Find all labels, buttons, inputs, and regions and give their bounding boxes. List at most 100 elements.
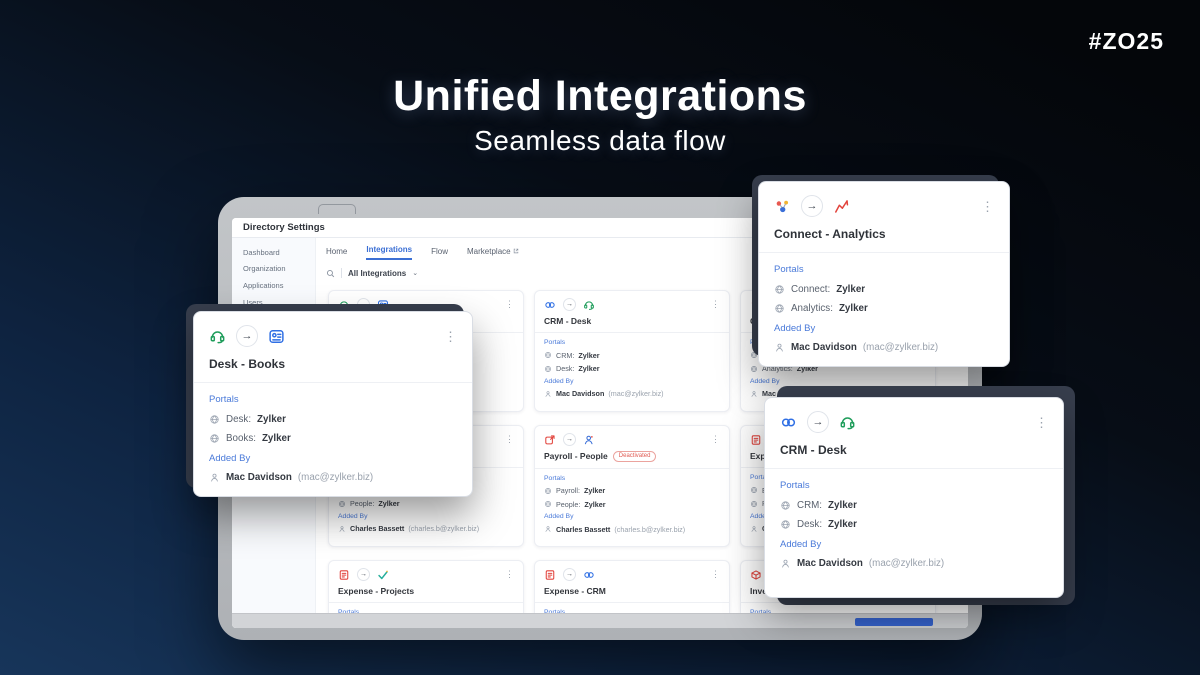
portal-name: Zylker xyxy=(828,519,857,530)
arrow-right-icon: → xyxy=(563,568,576,581)
crm-icon xyxy=(780,414,797,431)
integration-title: Desk - Books xyxy=(209,357,285,371)
tab-integrations[interactable]: Integrations xyxy=(366,245,412,260)
kebab-menu-icon[interactable]: ⋮ xyxy=(505,435,514,444)
portal-row: Books:Zylker xyxy=(209,433,457,444)
sidebar-item-applications[interactable]: Applications xyxy=(232,277,315,294)
people-icon xyxy=(583,434,595,446)
portal-row: Desk: Zylker xyxy=(780,519,1048,530)
card-title-row: Payroll - PeopleDeactivated xyxy=(544,451,720,462)
portal-row: People:Zylker xyxy=(544,500,720,509)
portal-name: Zylker xyxy=(578,364,599,373)
added-by-label: Added By xyxy=(338,513,514,520)
integration-card-crm-desk[interactable]: →⋮CRM - DeskPortalsCRM:ZylkerDesk:Zylker… xyxy=(764,397,1064,598)
integration-title: CRM - Desk xyxy=(780,443,847,457)
integration-title: Expense - CRM xyxy=(544,586,606,596)
popup-desk-books: →⋮Desk - BooksPortalsDesk:ZylkerBooks:Zy… xyxy=(193,311,473,497)
globe-icon xyxy=(780,500,791,511)
integration-title: Expense - Projects xyxy=(338,586,414,596)
integrations-filter-dropdown[interactable]: All Integrations xyxy=(348,269,406,278)
portal-name: Zylker xyxy=(578,351,599,360)
tab-marketplace[interactable]: Marketplace xyxy=(467,247,519,260)
divider xyxy=(341,268,342,278)
portals-label: Portals xyxy=(544,475,720,482)
tab-label: Home xyxy=(326,247,347,256)
kebab-menu-icon[interactable]: ⋮ xyxy=(505,570,514,579)
card-body: PortalsDesk:ZylkerBooks:ZylkerAdded ByMa… xyxy=(194,383,472,496)
search-icon[interactable] xyxy=(326,269,335,278)
taskbar-button[interactable] xyxy=(855,618,933,626)
card-icons: →⋮ xyxy=(544,433,720,446)
portal-row: Desk:Zylker xyxy=(544,364,720,373)
expense-icon xyxy=(338,569,350,581)
globe-icon xyxy=(544,500,552,508)
added-by-row: Mac Davidson(mac@zylker.biz) xyxy=(209,472,457,483)
portal-app: CRM: xyxy=(556,351,574,360)
expense-icon xyxy=(544,569,556,581)
card-icons: →⋮ xyxy=(209,325,457,347)
integration-card-crm-desk: →⋮CRM - DeskPortalsCRM:ZylkerDesk:Zylker… xyxy=(534,290,730,412)
kebab-menu-icon[interactable]: ⋮ xyxy=(711,300,720,309)
tab-label: Flow xyxy=(431,247,448,256)
globe-icon xyxy=(780,519,791,530)
external-link-icon xyxy=(513,247,519,256)
person-icon xyxy=(780,558,791,569)
kebab-menu-icon[interactable]: ⋮ xyxy=(505,300,514,309)
card-title-row: Connect - Analytics xyxy=(774,227,994,241)
portals-label: Portals xyxy=(780,480,1048,491)
banner-subtitle: Seamless data flow xyxy=(0,125,1200,157)
integration-card-desk-books[interactable]: →⋮Desk - BooksPortalsDesk:ZylkerBooks:Zy… xyxy=(193,311,473,497)
arrow-right-icon: → xyxy=(801,195,823,217)
card-header: →⋮CRM - Desk xyxy=(535,291,729,332)
added-by-email: (charles.b@zylker.biz) xyxy=(614,525,685,534)
person-icon xyxy=(750,390,758,398)
portal-row: People:Zylker xyxy=(338,499,514,508)
added-by-label: Added By xyxy=(209,453,457,464)
kebab-menu-icon[interactable]: ⋮ xyxy=(981,202,994,211)
added-by-label: Added By xyxy=(780,539,1048,550)
page-title: Directory Settings xyxy=(243,222,325,233)
card-header: →⋮Payroll - PeopleDeactivated xyxy=(535,426,729,468)
tab-flow[interactable]: Flow xyxy=(431,247,448,260)
desk-icon xyxy=(583,299,595,311)
portal-row: Desk:Zylker xyxy=(209,414,457,425)
portal-app: People: xyxy=(556,500,580,509)
integration-card-payroll-people: →⋮Payroll - PeopleDeactivatedPortalsPayr… xyxy=(534,425,730,547)
portal-row: Payroll:Zylker xyxy=(544,486,720,495)
bezel-notch xyxy=(318,204,356,214)
card-icons: →⋮ xyxy=(774,195,994,217)
portal-app: Desk: xyxy=(226,414,251,425)
card-icons: →⋮ xyxy=(544,298,720,311)
portal-name: Zylker xyxy=(262,433,291,444)
card-header: →⋮ Desk - Books xyxy=(194,312,472,382)
portal-app: Desk: xyxy=(797,519,822,530)
added-by-name: Mac Davidson xyxy=(556,389,604,398)
chevron-down-icon[interactable]: ⌄ xyxy=(412,269,418,277)
portal-name: Zylker xyxy=(828,500,857,511)
analytics-icon xyxy=(833,198,850,215)
globe-icon xyxy=(544,351,552,359)
kebab-menu-icon[interactable]: ⋮ xyxy=(711,570,720,579)
arrow-right-icon: → xyxy=(563,433,576,446)
tab-home[interactable]: Home xyxy=(326,247,347,260)
portals-label: Portals xyxy=(774,264,994,275)
globe-icon xyxy=(774,303,785,314)
added-by-row: Charles Bassett(charles.b@zylker.biz) xyxy=(338,524,514,533)
sidebar-item-dashboard[interactable]: Dashboard xyxy=(232,244,315,261)
event-hashtag: #ZO25 xyxy=(1089,28,1164,55)
card-title-row: Desk - Books xyxy=(209,357,457,371)
sidebar-item-organization[interactable]: Organization xyxy=(232,261,315,278)
integration-card-connect-analytics[interactable]: →⋮Connect - AnalyticsPortalsConnect:Zylk… xyxy=(758,181,1010,367)
added-by-row: Charles Bassett (charles.b@zylker.biz) xyxy=(544,525,720,534)
kebab-menu-icon[interactable]: ⋮ xyxy=(444,332,457,341)
portal-app: Payroll: xyxy=(556,486,580,495)
card-body: PortalsPayroll:ZylkerPeople:ZylkerAdded … xyxy=(535,469,729,540)
added-by-email: (charles.b@zylker.biz) xyxy=(408,524,479,533)
kebab-menu-icon[interactable]: ⋮ xyxy=(1035,418,1048,427)
added-by-name: Charles Bassett xyxy=(556,525,610,534)
globe-icon xyxy=(750,500,758,508)
kebab-menu-icon[interactable]: ⋮ xyxy=(711,435,720,444)
person-icon xyxy=(209,472,220,483)
desk-icon xyxy=(839,414,856,431)
projects-icon xyxy=(377,569,389,581)
